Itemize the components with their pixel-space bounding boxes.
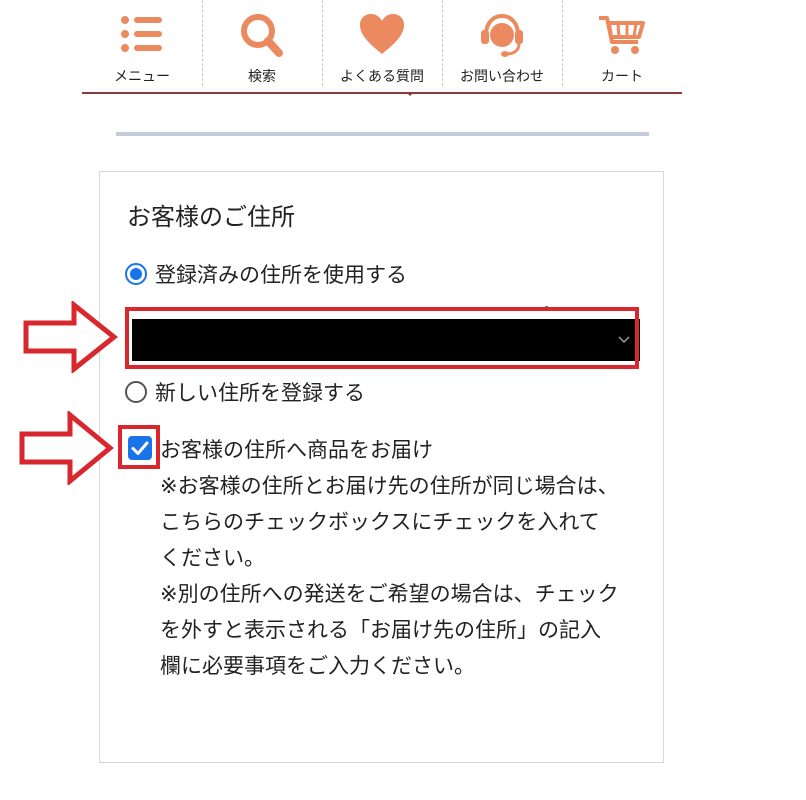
nav-active-indicator — [406, 92, 414, 96]
heart-icon — [360, 14, 404, 54]
card-title: お客様のご住所 — [127, 203, 295, 231]
arrow-right-icon — [23, 301, 118, 373]
top-nav: メニュー 検索 よくある質問 お問い合わせ カート — [82, 0, 682, 92]
nav-faq[interactable]: よくある質問 — [322, 0, 442, 92]
nav-cart[interactable]: カート — [562, 0, 682, 92]
highlight-address-select — [125, 307, 639, 369]
nav-underline — [82, 92, 682, 94]
headset-support-icon — [481, 13, 523, 57]
radio-button-selected[interactable] — [125, 263, 147, 285]
nav-cart-label: カート — [601, 69, 643, 85]
note-same-address: ※お客様の住所とお届け先の住所が同じ場合は、こちらのチェックボックスにチェックを… — [160, 474, 619, 570]
nav-search[interactable]: 検索 — [202, 0, 322, 92]
cart-icon — [599, 16, 645, 54]
search-icon — [241, 14, 283, 57]
radio-register-new-label: 新しい住所を登録する — [155, 381, 365, 405]
radio-register-new-address[interactable]: 新しい住所を登録する — [125, 378, 365, 406]
section-divider — [116, 132, 649, 136]
nav-search-label: 検索 — [248, 69, 276, 85]
menu-list-icon — [121, 16, 162, 52]
highlight-checkbox — [118, 425, 160, 469]
address-notes: ※お客様の住所とお届け先の住所が同じ場合は、こちらのチェックボックスにチェックを… — [160, 468, 620, 684]
note-different-address: ※別の住所への発送をご希望の場合は、チェックを外すと表示される「お届け先の住所」… — [160, 582, 619, 678]
nav-contact[interactable]: お問い合わせ — [442, 0, 562, 92]
nav-menu-label: メニュー — [114, 69, 170, 85]
radio-use-registered-address[interactable]: 登録済みの住所を使用する — [125, 260, 407, 288]
deliver-to-customer-label: お客様の住所へ商品をお届け — [160, 438, 433, 462]
radio-button-unselected[interactable] — [125, 381, 147, 403]
nav-contact-label: お問い合わせ — [460, 69, 544, 85]
arrow-right-icon — [19, 411, 114, 485]
nav-menu[interactable]: メニュー — [82, 0, 202, 92]
nav-faq-label: よくある質問 — [340, 69, 424, 85]
radio-use-registered-label: 登録済みの住所を使用する — [155, 263, 407, 287]
customer-address-card: お客様のご住所 登録済みの住所を使用する 新しい住所を登録する お客様の住所へ商… — [99, 171, 664, 763]
